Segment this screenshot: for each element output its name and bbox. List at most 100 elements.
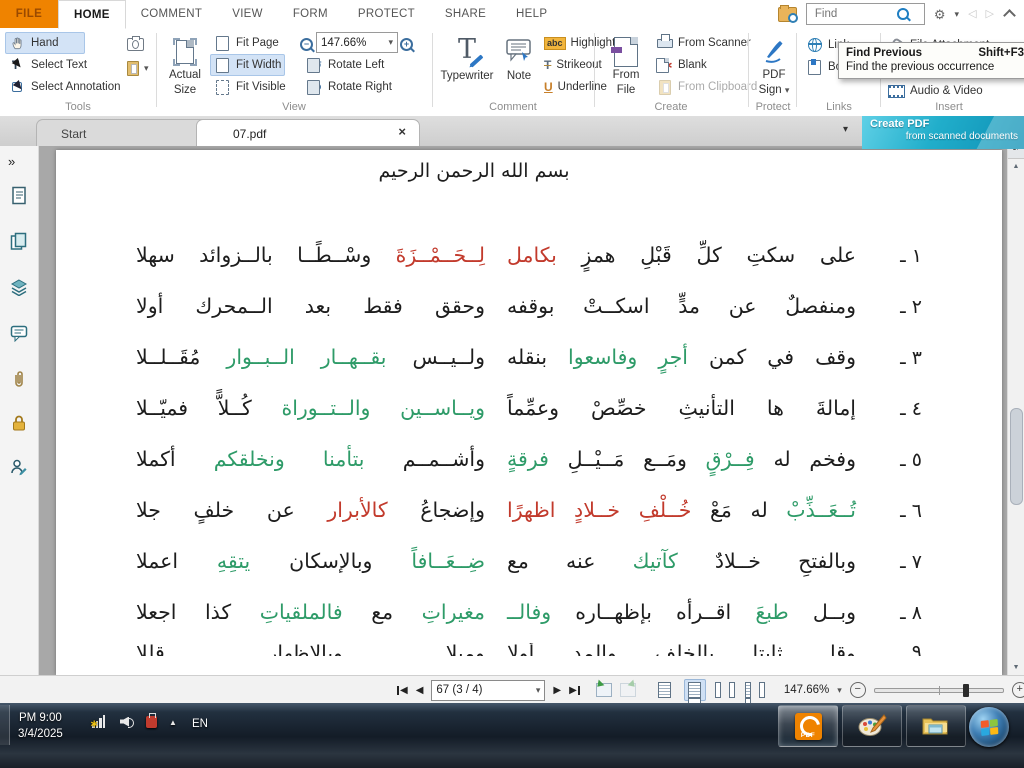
menu-tab-form-label: FORM (293, 8, 328, 20)
network-icon[interactable]: ∗ (92, 715, 108, 728)
ribbon-group-create: From File From Scanner ∗Blank From Clipb… (596, 28, 746, 116)
text-segment: ولــيــس (386, 345, 485, 369)
actual-size-icon (173, 33, 197, 68)
menu-tab-help[interactable]: HELP (501, 0, 562, 28)
snapshot-button[interactable] (123, 33, 148, 55)
note-button[interactable]: Note (498, 30, 540, 98)
actual-size-label1: Actual (169, 68, 201, 82)
select-text-label: Select Text (31, 59, 87, 71)
taskbar-explorer-button[interactable] (906, 705, 966, 747)
gear-caret-icon[interactable]: ▾ (955, 10, 960, 19)
taskbar-foxit-button[interactable]: PDF (778, 705, 838, 747)
nav-pages-icon[interactable] (0, 226, 38, 256)
fit-width-button[interactable]: Fit Width (210, 54, 285, 76)
pdf-sign-button[interactable]: PDF Sign ▾ (752, 30, 796, 98)
vertical-scrollbar[interactable]: ▴▾ ▲ ▲ (1007, 146, 1024, 675)
previous-page-button[interactable]: ◀ (416, 685, 424, 696)
continuous-facing-view-button[interactable] (744, 679, 766, 701)
select-text-button[interactable]: T Select Text (5, 54, 91, 76)
tab-start[interactable]: Start (36, 119, 212, 147)
text-segment: وقف في كمن (688, 345, 856, 369)
zoom-out-button[interactable]: − (296, 33, 317, 55)
tray-expand-icon[interactable]: ▲ (169, 718, 177, 727)
find-input[interactable] (813, 7, 897, 21)
scroll-down-icon[interactable]: ▲ (1008, 660, 1024, 674)
taskbar-paint-button[interactable] (842, 705, 902, 747)
status-bar: ◀ ◀ 67 (3 / 4) ▾ ▶ ▶ 147.66% ▾ − + (0, 675, 1024, 704)
fit-page-button[interactable]: Fit Page (210, 32, 283, 54)
zoom-in-circle-button[interactable]: + (1012, 682, 1024, 698)
previous-view-icon[interactable] (596, 683, 612, 697)
menu-tab-home[interactable]: HOME (58, 0, 126, 29)
tab-close-icon[interactable]: × (398, 124, 406, 139)
zoom-in-button[interactable]: + (396, 33, 417, 55)
scroll-up-icon[interactable]: ▲ (1008, 159, 1024, 173)
audio-video-label: Audio & Video (910, 85, 983, 97)
menu-tab-protect-label: PROTECT (358, 8, 415, 20)
rotate-right-button[interactable]: ↻Rotate Right (302, 76, 396, 98)
zoom-slider-handle[interactable] (963, 684, 969, 697)
rotate-left-button[interactable]: ↺Rotate Left (302, 54, 388, 76)
text-segment: كآتيك (595, 549, 677, 573)
tab-list-caret-icon[interactable]: ▾ (843, 124, 848, 135)
show-desktop-button[interactable] (0, 705, 10, 745)
next-page-button[interactable]: ▶ (553, 685, 561, 696)
from-scanner-button[interactable]: From Scanner (652, 32, 755, 54)
nav-signature-icon[interactable] (0, 452, 38, 482)
single-page-view-button[interactable] (654, 679, 676, 701)
text-segment: وبــل (789, 600, 856, 624)
actual-size-button[interactable]: Actual Size (162, 30, 208, 98)
nav-attachments-icon[interactable] (0, 364, 38, 394)
text-segment: تُــعَــذِّبْ (768, 498, 856, 522)
menu-tab-comment[interactable]: COMMENT (126, 0, 218, 28)
volume-icon[interactable] (120, 716, 134, 728)
menu-tab-protect[interactable]: PROTECT (343, 0, 430, 28)
from-file-button[interactable]: From File (604, 30, 648, 98)
text-segment: يتقِهِ (178, 549, 250, 573)
nav-comments-icon[interactable] (0, 318, 38, 348)
typewriter-button[interactable]: T Typewriter (436, 30, 498, 98)
scrollbar-thumb[interactable] (1010, 408, 1023, 505)
fit-page-icon (214, 35, 231, 51)
clipboard-button[interactable]: ▾ (123, 57, 153, 79)
gear-icon[interactable]: ⚙ (934, 8, 946, 21)
zoom-slider[interactable] (874, 688, 1004, 693)
nav-layers-icon[interactable] (0, 272, 38, 302)
search-folder-icon[interactable] (778, 7, 797, 22)
taskbar-clock[interactable]: PM 9:00 3/4/2025 (18, 710, 63, 742)
text-segment: فِــرْقٍ (687, 447, 755, 471)
find-next-button[interactable]: ▷ (986, 9, 994, 20)
zoom-level-combo[interactable]: 147.66% ▾ (316, 32, 398, 53)
audio-video-button[interactable]: Audio & Video (884, 80, 987, 102)
collapse-ribbon-icon[interactable] (1003, 9, 1016, 22)
last-page-button[interactable]: ▶ (569, 685, 580, 696)
facing-view-button[interactable] (714, 679, 736, 701)
start-button[interactable] (969, 707, 1009, 747)
tab-document[interactable]: 07.pdf × (196, 119, 420, 147)
fit-visible-button[interactable]: Fit Visible (210, 76, 290, 98)
create-pdf-banner[interactable]: Create PDF from scanned documents (862, 116, 1024, 149)
navigation-panel: » (0, 146, 39, 675)
search-icon[interactable] (897, 8, 909, 20)
status-zoom-caret-icon[interactable]: ▾ (837, 686, 842, 695)
language-indicator[interactable]: EN (192, 718, 208, 730)
menu-tab-file[interactable]: FILE (0, 0, 58, 28)
nav-security-icon[interactable] (0, 408, 38, 438)
page-number-field[interactable]: 67 (3 / 4) ▾ (431, 680, 545, 701)
expand-panel-icon[interactable]: » (0, 146, 46, 176)
first-page-button[interactable]: ◀ (397, 685, 408, 696)
menu-tab-view[interactable]: VIEW (217, 0, 278, 28)
menu-tab-share[interactable]: SHARE (430, 0, 501, 28)
blank-button[interactable]: ∗Blank (652, 54, 711, 76)
device-eject-icon[interactable] (146, 716, 157, 728)
menu-tab-form[interactable]: FORM (278, 0, 343, 28)
select-annotation-button[interactable]: Select Annotation (5, 76, 125, 98)
hand-tool-button[interactable]: Hand (5, 32, 85, 54)
zoom-out-circle-button[interactable]: − (850, 682, 866, 698)
find-box[interactable] (806, 3, 925, 25)
text-segment: فالملقياتِ (231, 600, 343, 624)
continuous-view-button[interactable] (684, 679, 706, 701)
nav-bookmarks-icon[interactable] (0, 180, 38, 210)
find-previous-button[interactable]: ◁ (968, 9, 976, 20)
group-label-links: Links (800, 101, 878, 113)
